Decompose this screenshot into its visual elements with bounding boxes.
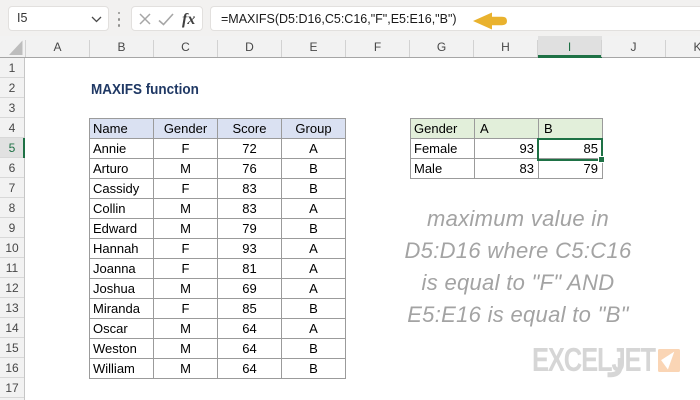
svg-text:fx: fx xyxy=(182,11,195,28)
